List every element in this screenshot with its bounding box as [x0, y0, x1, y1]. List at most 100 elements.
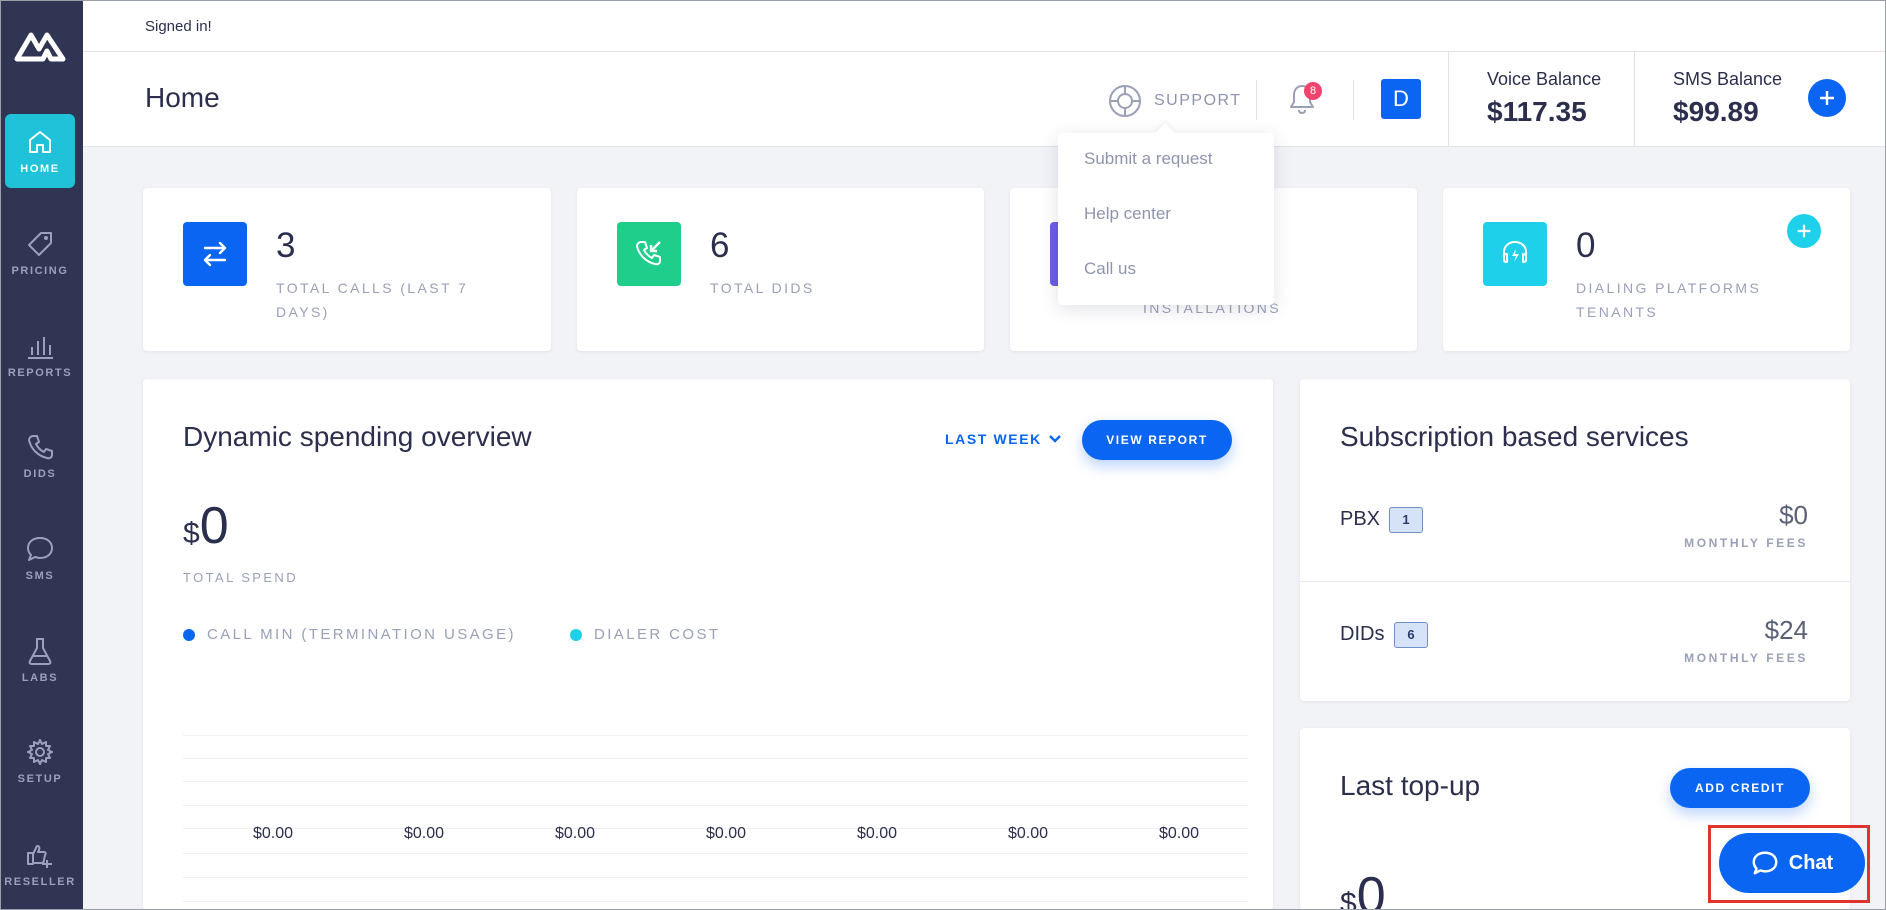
header-divider: [1353, 80, 1354, 120]
row-divider: [1300, 581, 1850, 582]
count-badge: 1: [1389, 507, 1423, 533]
gear-icon: [27, 739, 53, 765]
headset-icon: [1483, 222, 1547, 286]
sidebar-item-sms[interactable]: SMS: [5, 521, 75, 595]
notifications-button[interactable]: 8: [1287, 82, 1322, 118]
total-spend-value: $0: [183, 496, 229, 556]
legend-item-dialer-cost: DIALER COST: [570, 626, 720, 643]
thumbs-up-icon: [27, 845, 52, 868]
sidebar-item-label: PRICING: [11, 265, 69, 277]
subscription-name: DIDs: [1340, 623, 1385, 645]
stat-value: 6: [710, 226, 730, 265]
sidebar-item-dids[interactable]: DIDS: [5, 419, 75, 493]
total-spend-amount: 0: [199, 497, 229, 555]
currency-symbol: $: [1340, 887, 1357, 910]
menu-item-help-center[interactable]: Help center: [1084, 204, 1171, 224]
header-divider: [1256, 80, 1257, 120]
chart-gridline: [183, 781, 1248, 782]
stat-label: TOTAL DIDS: [710, 280, 815, 296]
swap-arrows-icon: [183, 222, 247, 286]
chat-bubble-icon: [27, 537, 53, 561]
view-report-button[interactable]: VIEW REPORT: [1082, 420, 1232, 460]
chart-gridline: [183, 853, 1248, 854]
sidebar-item-setup[interactable]: SETUP: [5, 724, 75, 798]
chart-data-label: $0.00: [252, 825, 294, 842]
sidebar-item-reports[interactable]: REPORTS: [5, 318, 75, 392]
sms-balance: SMS Balance $99.89: [1634, 52, 1885, 146]
page-header: Home SUPPORT 8 D Voice Balance $117.35 S…: [83, 52, 1885, 147]
add-balance-button[interactable]: [1808, 79, 1846, 117]
menu-item-call-us[interactable]: Call us: [1084, 259, 1136, 279]
sidebar-item-label: RESELLER: [4, 876, 76, 888]
chart-data-label: $0.00: [1007, 825, 1049, 842]
monthly-fee-label: MONTHLY FEES: [1684, 651, 1808, 665]
legend-label: DIALER COST: [594, 626, 721, 643]
sidebar-item-home[interactable]: HOME: [5, 114, 75, 188]
section-title: Dynamic spending overview: [183, 421, 532, 452]
stat-card-dids: 6 TOTAL DIDS: [577, 188, 984, 351]
page-title: Home: [145, 82, 220, 113]
stat-card-dialing-platforms: 0 DIALING PLATFORMS TENANTS: [1443, 188, 1850, 351]
stat-label: TOTAL CALLS (LAST 7 DAYS): [276, 280, 469, 320]
count-badge: 6: [1394, 622, 1428, 648]
plus-icon: [1797, 224, 1811, 238]
legend-label: CALL MIN (TERMINATION USAGE): [207, 626, 516, 643]
period-label: LAST WEEK: [945, 431, 1042, 447]
chart-data-label: $0.00: [705, 825, 747, 842]
voice-balance-label: Voice Balance: [1487, 69, 1602, 89]
chart-data-label: $0.00: [403, 825, 445, 842]
monthly-fee-value: $24: [1764, 615, 1808, 645]
section-title: Subscription based services: [1340, 421, 1689, 452]
support-label: SUPPORT: [1154, 92, 1242, 109]
section-title: Last top-up: [1340, 770, 1481, 801]
topup-amount: $0: [1340, 866, 1386, 910]
sidebar-item-labs[interactable]: LABS: [5, 623, 75, 697]
add-credit-button[interactable]: ADD CREDIT: [1670, 768, 1810, 808]
chart-data-label: $0.00: [856, 825, 898, 842]
support-dropdown: Submit a request Help center Call us: [1058, 133, 1274, 305]
sms-balance-value: $99.89: [1673, 96, 1759, 127]
chat-label: Chat: [1788, 851, 1834, 874]
stat-value: 0: [1576, 226, 1596, 265]
legend-dot: [570, 628, 582, 641]
chart-gridline: [183, 901, 1248, 902]
sms-balance-label: SMS Balance: [1673, 69, 1783, 89]
monthly-fee-label: MONTHLY FEES: [1684, 536, 1808, 550]
sidebar-item-label: HOME: [20, 163, 60, 175]
stat-card-calls: 3 TOTAL CALLS (LAST 7 DAYS): [143, 188, 551, 351]
spending-overview-card: Dynamic spending overview LAST WEEK VIEW…: [143, 379, 1273, 910]
stat-label: DIALING PLATFORMS TENANTS: [1576, 280, 1762, 320]
total-spend-label: TOTAL SPEND: [183, 570, 299, 585]
chart-gridline: [183, 758, 1248, 759]
add-tenant-button[interactable]: [1787, 214, 1821, 248]
plus-icon: [1820, 91, 1834, 105]
menu-item-submit-request[interactable]: Submit a request: [1084, 149, 1213, 169]
legend-item-call-min: CALL MIN (TERMINATION USAGE): [183, 626, 516, 643]
monthly-fee-value: $0: [1779, 500, 1808, 530]
sidebar-item-label: SMS: [25, 570, 55, 582]
sidebar-item-reseller[interactable]: RESELLER: [4, 827, 76, 901]
flask-icon: [28, 638, 52, 665]
app-logo[interactable]: [13, 19, 67, 69]
chart-gridline: [183, 877, 1248, 878]
sidebar-item-pricing[interactable]: PRICING: [5, 216, 75, 290]
chart-gridline: [183, 735, 1248, 736]
avatar[interactable]: D: [1381, 79, 1421, 119]
stat-value: 3: [276, 226, 296, 265]
incoming-call-icon: [617, 222, 681, 286]
legend-dot: [183, 628, 195, 641]
chat-button[interactable]: Chat: [1719, 833, 1865, 893]
sidebar-item-label: SETUP: [17, 773, 63, 785]
bar-chart-icon: [28, 337, 53, 359]
subscription-services-card: Subscription based services PBX 1 $0 MON…: [1300, 379, 1850, 701]
chart-data-label: $0.00: [554, 825, 596, 842]
phone-icon: [28, 435, 53, 460]
chevron-down-icon: [1048, 435, 1061, 443]
currency-symbol: $: [183, 517, 200, 550]
period-dropdown[interactable]: LAST WEEK: [945, 431, 1062, 447]
voice-balance: Voice Balance $117.35: [1448, 52, 1634, 146]
support-button[interactable]: SUPPORT: [1106, 78, 1242, 124]
sidebar-item-label: DIDS: [23, 468, 57, 480]
chart-gridline: [183, 805, 1248, 806]
signed-in-notice: Signed in!: [83, 1, 1885, 52]
